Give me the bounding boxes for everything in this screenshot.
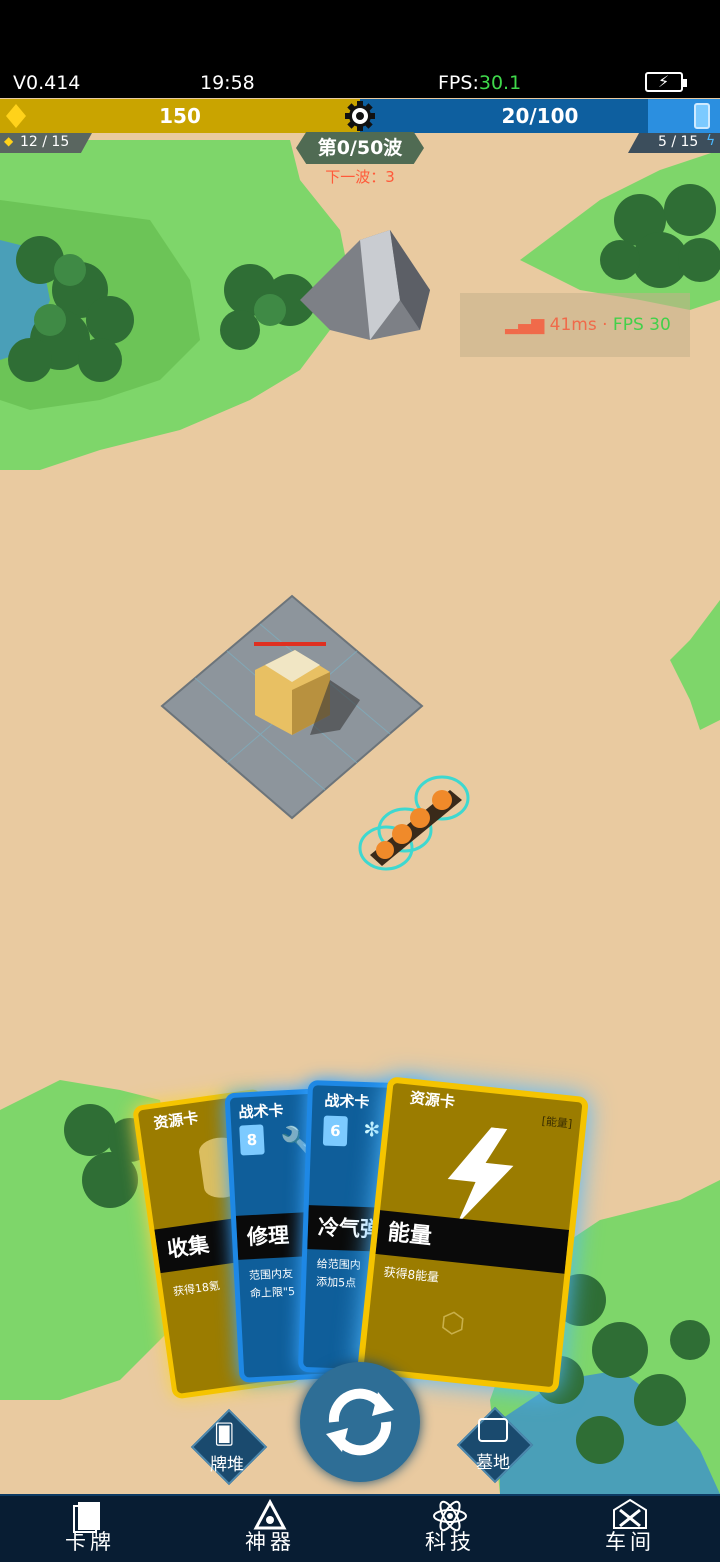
energy-capacity-text: 5 / 15 [658,134,699,150]
energy-capacity-bar: 5 / 15 ϟ [628,133,720,153]
graveyard-icon [478,1418,508,1442]
nav-workshop[interactable]: 车间 [540,1496,720,1562]
graveyard-button[interactable]: 墓地 [456,1406,534,1484]
card-description-line2: 命上限"5 [249,1284,296,1301]
battery-icon: ⚡ [645,72,687,92]
card-description-line1: 范围内友 [248,1267,294,1283]
gold-amount: 150 [159,104,201,128]
card-energy[interactable]: 资源卡 [能量] 能量 获得8能量 ⬡ [356,1076,590,1394]
deck-button[interactable]: 🂠 牌堆 [190,1408,268,1486]
resource-bar: 150 20/100 [0,99,720,133]
energy-cost-badge: 6 [322,1115,348,1147]
fps-value: 30.1 [478,72,522,94]
version-text: V0.414 [13,72,81,94]
card-type-label: 战术卡 [324,1091,370,1112]
nav-cards[interactable]: 卡牌 [0,1496,180,1562]
energy-capacity-icon: ϟ [706,133,716,149]
nav-label: 科技 [425,1530,475,1554]
status-bar: V0.414 19:58 FPS:30.1 ⚡ [0,0,720,98]
snowflake-icon: ✻ [363,1116,381,1142]
signal-icon: ▂▄▆ [505,315,545,335]
redraw-button[interactable] [300,1362,420,1482]
refresh-icon [326,1388,394,1456]
settings-gear-icon[interactable] [344,100,376,132]
deck-icon: 🂠 [214,1422,235,1446]
energy-bar: 20/100 [360,99,720,133]
card-description-line2: 添加5点 [315,1275,357,1290]
battery-full-icon [694,103,710,129]
gold-capacity-bar: ◆ 12 / 15 [0,133,92,153]
ping-text: 41ms [549,315,597,335]
nav-label: 卡牌 [65,1530,115,1554]
nav-label: 车间 [605,1530,655,1554]
bottom-navigation: 卡牌 神器 科技 车间 [0,1494,720,1562]
nav-label: 神器 [245,1530,295,1554]
network-stats: ▂▄▆ 41ms · FPS 30 [505,315,671,335]
card-type-label: 资源卡 [152,1108,200,1133]
gold-bar: 150 [0,99,360,133]
gold-capacity-icon: ◆ [4,134,14,148]
nav-technology[interactable]: 科技 [360,1496,540,1562]
gold-capacity-text: 12 / 15 [20,134,70,150]
card-tag: [能量] [541,1114,573,1131]
card-description: 获得8能量 [382,1264,440,1285]
card-description-line1: 给范围内 [316,1257,361,1272]
energy-cost-badge: 8 [239,1124,265,1156]
clock-text: 19:58 [200,72,255,94]
graveyard-label: 墓地 [476,1453,510,1473]
card-type-label: 战术卡 [238,1101,284,1122]
card-description: 获得18氪 [172,1279,221,1299]
fps-label: FPS:30.1 [438,72,522,94]
hexagon-icon: ⬡ [439,1305,467,1341]
wave-counter: 第0/50波 [296,132,424,164]
deck-label: 牌堆 [210,1455,244,1475]
card-type-label: 资源卡 [409,1088,456,1112]
nav-artifacts[interactable]: 神器 [180,1496,360,1562]
next-wave-countdown: 下一波：3 [325,168,395,186]
overlay-fps-text: FPS 30 [612,315,671,335]
